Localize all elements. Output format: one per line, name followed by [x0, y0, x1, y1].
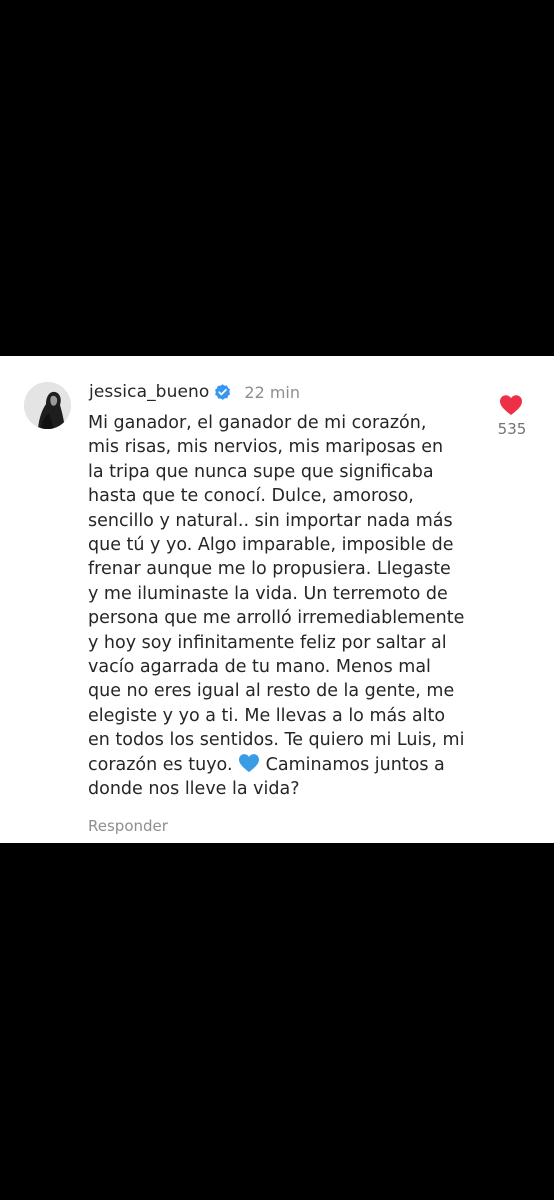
comment-line: la tripa que nunca supe que significaba [88, 461, 434, 482]
comment-line: elegiste y yo a ti. Me llevas a lo más a… [88, 705, 446, 726]
comment-line: vacío agarrada de tu mano. Menos mal [88, 657, 431, 678]
like-heart-icon[interactable] [499, 394, 523, 416]
username[interactable]: jessica_bueno [89, 382, 209, 402]
comment-line: Mi ganador, el ganador de mi corazón, [88, 413, 427, 433]
comment-line: y me iluminaste la vida. Un terremoto de [88, 583, 448, 604]
comment-line-with-emoji: corazón es tuyo. Caminamos juntos a [88, 753, 498, 777]
timestamp: 22 min [244, 382, 301, 402]
avatar[interactable] [24, 382, 71, 429]
comment-body: Mi ganador, el ganador de mi corazón, mi… [88, 411, 498, 802]
comment-card: jessica_bueno 22 min Mi ganador, el gana… [0, 356, 554, 843]
comment-line: que no eres igual al resto de la gente, … [88, 681, 455, 702]
reply-button[interactable]: Responder [88, 817, 168, 835]
comment-header: jessica_bueno 22 min [89, 380, 300, 404]
comment-line: hasta que te conocí. Dulce, amoroso, [88, 486, 414, 507]
like-count: 535 [497, 420, 527, 438]
comment-line: mis risas, mis nervios, mis mariposas en [88, 437, 444, 458]
comment-line-start: corazón es tuyo. [88, 754, 233, 775]
comment-line: frenar aunque me lo propusiera. Llegaste [88, 559, 451, 580]
comment-line: persona que me arrolló irremediablemente [88, 608, 465, 629]
comment-line: sencillo y natural.. sin importar nada m… [88, 510, 453, 531]
comment-line-end: Caminamos juntos a [260, 754, 445, 775]
comment-line: en todos los sentidos. Te quiero mi Luis… [88, 730, 465, 751]
avatar-photo [24, 382, 71, 429]
verified-badge-icon [213, 383, 232, 402]
comment-line: donde nos lleve la vida? [88, 779, 300, 800]
comment-line: y hoy soy infinitamente feliz por saltar… [88, 632, 447, 653]
comment-line: que tú y yo. Algo imparable, imposible d… [88, 535, 454, 556]
blue-heart-icon [238, 753, 260, 773]
